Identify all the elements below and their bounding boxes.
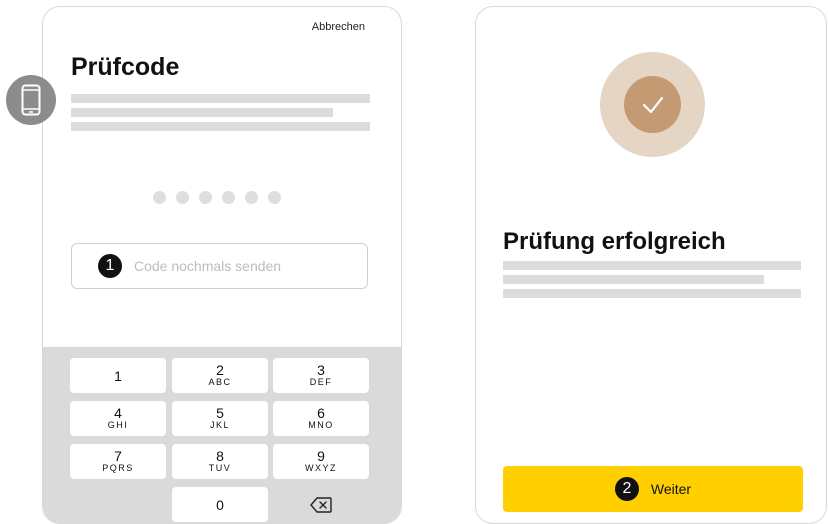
backspace-button[interactable] [273,487,369,522]
continue-button[interactable]: 2 Weiter [503,466,803,512]
key-letters: DEF [309,377,333,387]
code-dot [268,191,281,204]
page-title: Prüfcode [71,53,180,81]
key-8[interactable]: 8 TUV [172,444,268,479]
success-card: Prüfung erfolgreich 2 Weiter [475,6,827,524]
key-letters: GHI [107,420,129,430]
smartphone-icon [21,84,41,116]
key-digit: 1 [114,368,122,384]
numeric-keypad: 1 2 ABC 3 DEF 4 GHI 5 JKL 6 MNO 7 PQRS 8… [43,347,401,523]
key-digit: 0 [216,497,224,513]
code-dot [245,191,258,204]
key-digit: 5 [216,405,224,421]
key-letters: JKL [209,420,230,430]
placeholder-text-line [71,108,333,117]
smartphone-icon-badge [6,75,56,125]
placeholder-text-line [503,289,801,298]
code-dot [222,191,235,204]
key-letters: TUV [208,463,232,473]
key-0[interactable]: 0 [172,487,268,522]
key-1[interactable]: 1 [70,358,166,393]
key-digit: 6 [317,405,325,421]
continue-label: Weiter [650,481,692,497]
key-digit: 9 [317,448,325,464]
key-4[interactable]: 4 GHI [70,401,166,436]
step-badge-2: 2 [614,477,639,501]
key-6[interactable]: 6 MNO [273,401,369,436]
placeholder-text-line [503,261,801,270]
key-digit: 4 [114,405,122,421]
key-digit: 2 [216,362,224,378]
key-5[interactable]: 5 JKL [172,401,268,436]
key-7[interactable]: 7 PQRS [70,444,166,479]
code-dot [199,191,212,204]
resend-code-button[interactable]: 1 Code nochmals senden [71,243,368,289]
key-9[interactable]: 9 WXYZ [273,444,369,479]
key-letters: ABC [208,377,232,387]
success-check-badge [600,52,705,157]
resend-code-label: Code nochmals senden [134,258,282,274]
key-2[interactable]: 2 ABC [172,358,268,393]
success-title: Prüfung erfolgreich [503,228,726,255]
placeholder-text-line [71,94,370,103]
key-3[interactable]: 3 DEF [273,358,369,393]
code-dot [176,191,189,204]
placeholder-text-line [503,275,764,284]
key-letters: PQRS [102,463,134,473]
key-digit: 7 [114,448,122,464]
placeholder-text-line [71,122,370,131]
key-digit: 8 [216,448,224,464]
key-digit: 3 [317,362,325,378]
cancel-button[interactable]: Abbrechen [312,21,365,33]
key-letters: MNO [308,420,334,430]
verification-card: Abbrechen Prüfcode 1 Code nochmals sende… [42,6,402,524]
success-check-inner [624,76,681,133]
code-dot [153,191,166,204]
key-letters: WXYZ [305,463,337,473]
checkmark-icon [642,96,663,113]
backspace-icon [310,496,332,513]
code-entry-dots [153,191,281,204]
step-badge-1: 1 [98,254,122,278]
